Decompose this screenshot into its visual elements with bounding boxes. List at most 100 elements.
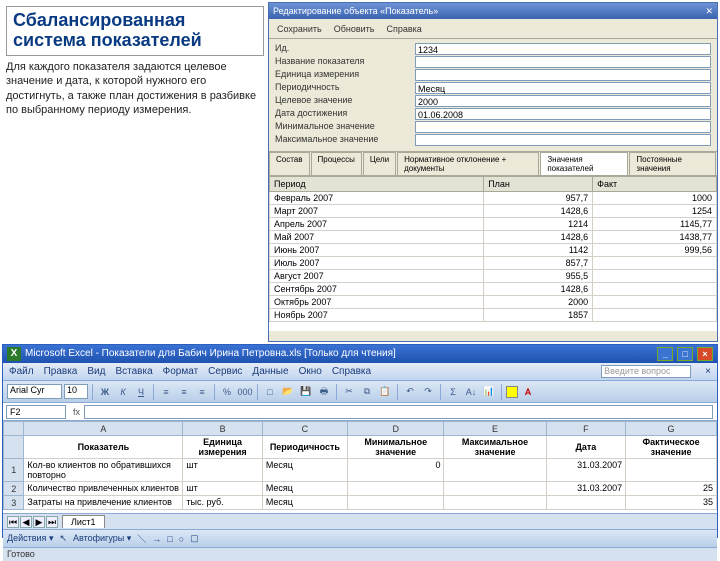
tab-last-icon[interactable]: ⏭ [46,516,58,528]
table-row[interactable]: Ноябрь 20071857 [270,309,717,322]
inner-close-icon[interactable]: × [705,366,711,377]
thousand-icon[interactable]: 000 [237,384,253,400]
save-button[interactable]: Сохранить [272,22,327,36]
col-period[interactable]: Период [270,177,484,192]
field-target[interactable]: 2000 [415,95,711,107]
menu-data[interactable]: Данные [252,366,288,377]
table-row[interactable]: Сентябрь 20071428,6 [270,283,717,296]
pointer-icon[interactable]: ↖ [59,533,67,544]
underline-icon[interactable]: Ч [133,384,149,400]
name-box[interactable]: F2 [6,405,66,419]
autoshapes-menu[interactable]: Автофигуры ▾ [73,533,131,544]
table-row[interactable]: Февраль 2007957,71000 [270,192,717,205]
rect-icon[interactable]: □ [167,534,172,544]
autosum-icon[interactable]: Σ [445,384,461,400]
align-center-icon[interactable]: ≡ [176,384,192,400]
textbox-icon[interactable]: ▢ [190,533,199,544]
bold-icon[interactable]: Ж [97,384,113,400]
arrow-icon[interactable]: → [152,534,161,544]
ask-question-box[interactable]: Введите вопрос [601,365,691,378]
oval-icon[interactable]: ○ [179,534,184,544]
table-row[interactable]: 1Кол-во клиентов по обратившихся повторн… [4,459,717,482]
fx-icon[interactable]: fx [69,407,84,417]
hdr-F[interactable]: Дата [546,436,625,459]
cut-icon[interactable]: ✂ [341,384,357,400]
table-row[interactable]: Октябрь 20072000 [270,296,717,309]
tab-values[interactable]: Значения показателей [540,152,628,175]
field-id[interactable]: 1234 [415,43,711,55]
table-row[interactable]: 2Количество привлеченных клиентовштМесяц… [4,482,717,496]
table-row[interactable]: Май 20071428,61438,77 [270,231,717,244]
tab-prev-icon[interactable]: ◀ [20,516,32,528]
hdr-E[interactable]: Максимальное значение [444,436,546,459]
table-row[interactable]: Июль 2007857,7 [270,257,717,270]
tab-documents[interactable]: Нормативное отклонение + документы [397,152,539,175]
tab-first-icon[interactable]: ⏮ [7,516,19,528]
font-name-combo[interactable]: Arial Cyr [7,384,62,399]
field-unit[interactable] [415,69,711,81]
col-C[interactable]: C [262,422,347,436]
refresh-button[interactable]: Обновить [329,22,380,36]
menu-help[interactable]: Справка [332,366,371,377]
close-icon[interactable]: ✕ [705,6,713,17]
paste-icon[interactable]: 📋 [377,384,393,400]
tab-goals[interactable]: Цели [363,152,396,175]
hdr-D[interactable]: Минимальное значение [347,436,444,459]
close-icon[interactable]: × [697,347,713,361]
col-fact[interactable]: Факт [593,177,717,192]
help-button[interactable]: Справка [382,22,427,36]
values-grid[interactable]: ПериодПланФакт Февраль 2007957,71000Март… [269,176,717,331]
field-period[interactable]: Месяц [415,82,711,94]
chart-icon[interactable]: 📊 [481,384,497,400]
hdr-B[interactable]: Единица измерения [183,436,262,459]
tab-sostav[interactable]: Состав [269,152,310,175]
field-min[interactable] [415,121,711,133]
col-plan[interactable]: План [484,177,593,192]
line-icon[interactable]: ＼ [137,532,146,545]
font-color-icon[interactable]: A [520,384,536,400]
col-D[interactable]: D [347,422,444,436]
sheet-tab[interactable]: Лист1 [62,515,105,528]
col-G[interactable]: G [626,422,717,436]
actions-menu[interactable]: Действия ▾ [7,533,53,544]
redo-icon[interactable]: ↷ [420,384,436,400]
maximize-icon[interactable]: □ [677,347,693,361]
col-B[interactable]: B [183,422,262,436]
print-icon[interactable]: 🖶 [316,384,332,400]
col-A[interactable]: A [24,422,183,436]
align-right-icon[interactable]: ≡ [194,384,210,400]
menu-file[interactable]: Файл [9,366,34,377]
fill-color-icon[interactable] [506,386,518,398]
undo-icon[interactable]: ↶ [402,384,418,400]
sort-asc-icon[interactable]: A↓ [463,384,479,400]
menu-window[interactable]: Окно [299,366,322,377]
save-icon[interactable]: 💾 [298,384,314,400]
col-E[interactable]: E [444,422,546,436]
tab-processes[interactable]: Процессы [311,152,362,175]
select-all[interactable] [4,422,24,436]
menu-tools[interactable]: Сервис [208,366,242,377]
hdr-G[interactable]: Фактическое значение [626,436,717,459]
minimize-icon[interactable]: _ [657,347,673,361]
worksheet[interactable]: A B C D E F G Показатель Единица измерен… [3,421,717,513]
table-row[interactable]: 3Затраты на привлечение клиентовтыс. руб… [4,496,717,510]
table-row[interactable]: Апрель 200712141145,77 [270,218,717,231]
hdr-A[interactable]: Показатель [24,436,183,459]
align-left-icon[interactable]: ≡ [158,384,174,400]
menu-edit[interactable]: Правка [44,366,78,377]
menu-view[interactable]: Вид [87,366,105,377]
new-icon[interactable]: □ [262,384,278,400]
hdr-C[interactable]: Периодичность [262,436,347,459]
table-row[interactable]: Июнь 20071142999,56 [270,244,717,257]
italic-icon[interactable]: К [115,384,131,400]
field-name[interactable] [415,56,711,68]
tab-next-icon[interactable]: ▶ [33,516,45,528]
menu-insert[interactable]: Вставка [115,366,152,377]
col-F[interactable]: F [546,422,625,436]
field-max[interactable] [415,134,711,146]
percent-icon[interactable]: % [219,384,235,400]
formula-input[interactable] [84,405,713,419]
table-row[interactable]: Август 2007955,5 [270,270,717,283]
menu-format[interactable]: Формат [163,366,199,377]
copy-icon[interactable]: ⧉ [359,384,375,400]
